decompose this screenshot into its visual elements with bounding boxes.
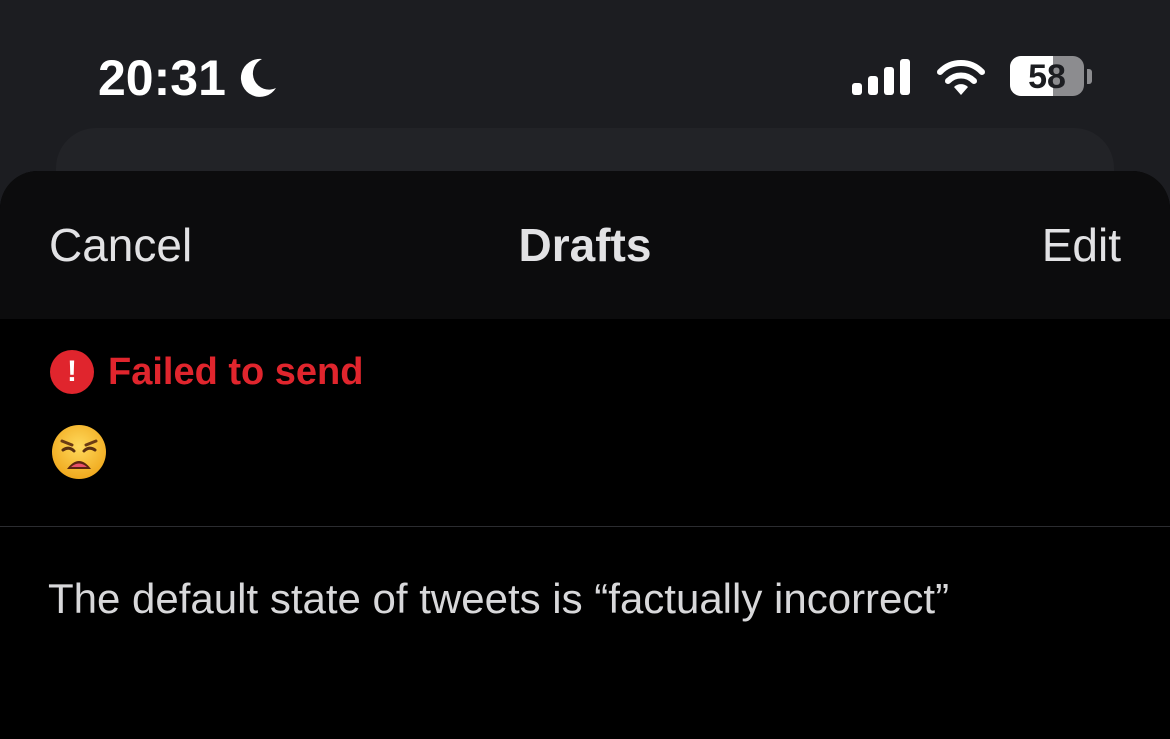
battery-indicator: 58	[1010, 56, 1092, 98]
failed-status-label: Failed to send	[108, 351, 364, 393]
error-icon: !	[50, 350, 94, 394]
signal-icon	[852, 59, 910, 95]
status-indicators: 58	[852, 56, 1092, 98]
wifi-icon	[937, 60, 985, 95]
battery-cap	[1087, 69, 1092, 84]
cancel-button[interactable]: Cancel	[49, 217, 192, 273]
edit-button[interactable]: Edit	[1042, 217, 1121, 273]
status-time: 20:31	[98, 48, 278, 108]
draft-item-text[interactable]: The default state of tweets is “factuall…	[0, 527, 1170, 739]
failed-status: ! Failed to send	[50, 349, 363, 395]
time-label: 20:31	[98, 50, 226, 106]
nav-bar: Cancel Drafts Edit	[0, 171, 1170, 319]
battery-percent: 58	[1028, 58, 1066, 96]
weary-face-emoji-icon	[52, 425, 106, 479]
draft-item-failed[interactable]: ! Failed to send	[0, 319, 1170, 527]
moon-icon	[240, 58, 276, 97]
draft-text: The default state of tweets is “factuall…	[48, 575, 950, 622]
drafts-sheet: Cancel Drafts Edit ! Failed to send The	[0, 171, 1170, 739]
